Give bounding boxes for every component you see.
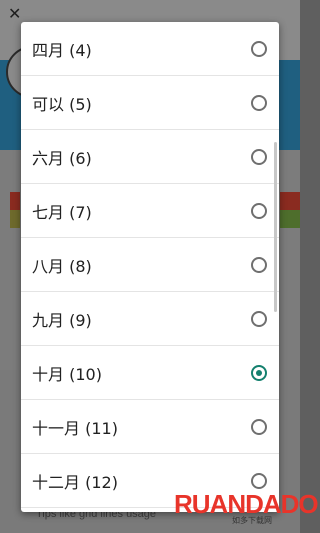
close-icon[interactable]: ✕ xyxy=(8,6,21,22)
scrollbar[interactable] xyxy=(274,142,277,312)
month-option[interactable]: 八月 (8) xyxy=(21,238,279,292)
radio-button[interactable] xyxy=(251,203,267,219)
month-option[interactable]: 四月 (4) xyxy=(21,22,279,76)
radio-button[interactable] xyxy=(251,95,267,111)
month-option-label: 八月 (8) xyxy=(32,256,92,276)
color-swatch-yellow xyxy=(10,210,20,228)
watermark-subtitle: 如多下载网 xyxy=(232,516,272,525)
month-option-label: 十一月 (11) xyxy=(32,418,118,438)
color-swatch-red xyxy=(280,192,300,210)
month-option-label: 十二月 (12) xyxy=(32,472,118,492)
month-option-label: 七月 (7) xyxy=(32,202,92,222)
month-option-list: 四月 (4) 可以 (5) 六月 (6) 七月 (7) 八月 (8) 九月 (9… xyxy=(21,22,279,508)
month-option-label: 四月 (4) xyxy=(32,40,92,60)
radio-button[interactable] xyxy=(251,257,267,273)
month-option[interactable]: 六月 (6) xyxy=(21,130,279,184)
month-option[interactable]: 九月 (9) xyxy=(21,292,279,346)
radio-button[interactable] xyxy=(251,365,267,381)
month-option-label: 可以 (5) xyxy=(32,94,92,114)
month-option-label: 十月 (10) xyxy=(32,364,102,384)
month-option[interactable]: 七月 (7) xyxy=(21,184,279,238)
month-option[interactable]: 十月 (10) xyxy=(21,346,279,400)
radio-button[interactable] xyxy=(251,149,267,165)
radio-button[interactable] xyxy=(251,419,267,435)
radio-button[interactable] xyxy=(251,311,267,327)
month-picker-dialog: 四月 (4) 可以 (5) 六月 (6) 七月 (7) 八月 (8) 九月 (9… xyxy=(21,22,279,512)
radio-button[interactable] xyxy=(251,473,267,489)
color-swatch-green xyxy=(280,210,300,228)
month-option[interactable]: 可以 (5) xyxy=(21,76,279,130)
radio-button[interactable] xyxy=(251,41,267,57)
watermark-logo: RUANDADO 如多下载网 xyxy=(174,489,319,527)
month-option-label: 九月 (9) xyxy=(32,310,92,330)
month-option-label: 六月 (6) xyxy=(32,148,92,168)
month-option[interactable]: 十一月 (11) xyxy=(21,400,279,454)
color-swatch-red xyxy=(10,192,20,210)
